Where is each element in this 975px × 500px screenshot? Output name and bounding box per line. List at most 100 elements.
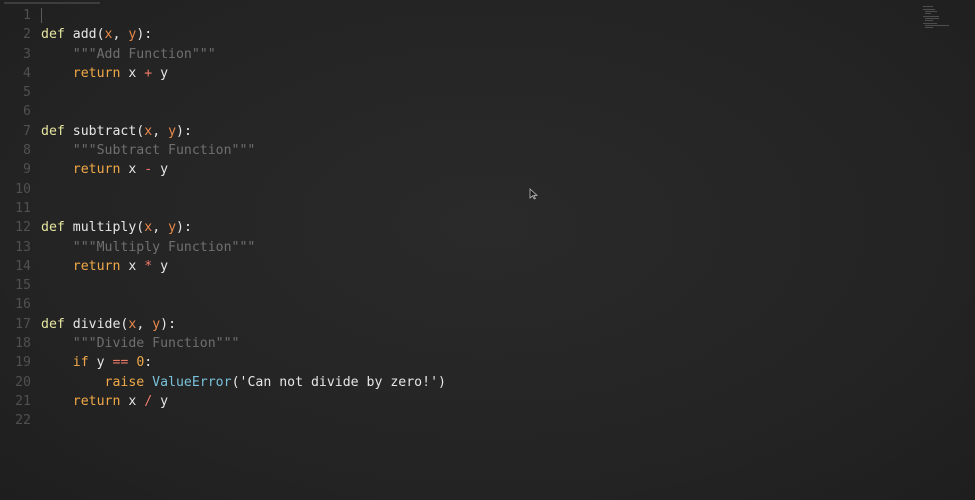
code-token: subtract [72, 123, 137, 139]
code-line[interactable]: 4 return x + y [0, 64, 900, 83]
code-token: ( [96, 27, 105, 43]
line-number: 10 [15, 181, 31, 197]
code-line[interactable]: 3 """Add Function""" [0, 45, 900, 64]
code-line[interactable]: 21 return x / y [0, 392, 900, 411]
code-token: + [144, 65, 153, 81]
code-token: : [144, 355, 153, 371]
line-content: """Add Function""" [41, 45, 216, 64]
code-token: x [128, 393, 145, 409]
code-token: * [144, 258, 153, 274]
code-token: multiply [72, 220, 137, 236]
code-token: y [168, 220, 177, 236]
code-line[interactable]: 13 """Multiply Function""" [0, 238, 900, 257]
code-token: , [136, 316, 153, 332]
code-token: y [152, 162, 169, 178]
line-content: if y == 0: [41, 353, 152, 372]
line-number: 2 [23, 27, 31, 43]
code-line[interactable]: 19 if y == 0: [0, 353, 900, 372]
line-number: 1 [23, 8, 31, 23]
mouse-pointer-icon [529, 188, 539, 200]
code-token: 'Can not divide by zero!' [239, 374, 439, 390]
code-token: y [168, 123, 177, 139]
code-token: raise [41, 374, 153, 390]
line-number: 6 [23, 104, 31, 120]
code-token: def [41, 123, 73, 139]
code-token: return [41, 393, 129, 409]
code-token: add [72, 27, 97, 43]
line-number: 20 [15, 374, 31, 390]
code-line[interactable]: 2 def add(x, y): [0, 25, 900, 44]
code-line[interactable]: 10 [0, 180, 900, 199]
code-token: y [152, 258, 169, 274]
code-token: - [144, 162, 153, 178]
line-number: 15 [15, 278, 31, 294]
line-number: 19 [15, 355, 31, 371]
code-token: x [128, 258, 145, 274]
line-number: 12 [15, 220, 31, 236]
line-number: 13 [15, 239, 31, 255]
code-token: """Add Function""" [41, 46, 216, 62]
line-number: 9 [23, 162, 31, 178]
code-token: x [144, 220, 153, 236]
code-token: , [112, 27, 129, 43]
code-area[interactable]: 1 2 def add(x, y): 3 """Add Function""" 4 re… [0, 6, 900, 431]
line-content: return x + y [41, 64, 168, 83]
code-line[interactable]: 9 return x - y [0, 160, 900, 179]
code-token: return [41, 258, 129, 274]
code-token: y [152, 393, 169, 409]
line-number: 3 [23, 46, 31, 62]
line-number: 5 [23, 85, 31, 101]
line-number: 18 [15, 336, 31, 352]
code-token: divide [72, 316, 121, 332]
tab-indicator [4, 2, 100, 4]
line-content: """Multiply Function""" [41, 238, 256, 257]
code-token: ): [176, 123, 192, 139]
code-token: x [128, 162, 145, 178]
code-editor[interactable]: 1 2 def add(x, y): 3 """Add Function""" 4 re… [0, 0, 975, 500]
code-line[interactable]: 15 [0, 276, 900, 295]
code-token: ( [231, 374, 240, 390]
line-content: """Subtract Function""" [41, 141, 256, 160]
line-number: 17 [15, 316, 31, 332]
line-number: 14 [15, 258, 31, 274]
code-token: y [96, 355, 113, 371]
line-content: return x / y [41, 392, 168, 411]
code-token: x [144, 123, 153, 139]
code-token: ): [136, 27, 153, 43]
code-line[interactable]: 11 [0, 199, 900, 218]
minimap-icon[interactable] [921, 5, 949, 29]
code-line[interactable]: 20 raise ValueError('Can not divide by z… [0, 373, 900, 392]
code-line[interactable]: 8 """Subtract Function""" [0, 141, 900, 160]
line-number: 11 [15, 200, 31, 216]
code-line[interactable]: 6 [0, 102, 900, 121]
line-content: return x - y [41, 160, 168, 179]
line-content: def multiply(x, y): [41, 218, 192, 237]
code-token: == [112, 355, 129, 371]
code-token: def [41, 316, 73, 332]
code-line[interactable]: 1 [0, 6, 900, 25]
code-token: ): [176, 220, 192, 236]
line-number: 21 [15, 393, 31, 409]
code-line[interactable]: 16 [0, 295, 900, 314]
code-line[interactable]: 7 def subtract(x, y): [0, 122, 900, 141]
code-token: def [41, 27, 73, 43]
line-number: 22 [15, 413, 31, 429]
code-line[interactable]: 17 def divide(x, y): [0, 315, 900, 334]
code-line[interactable]: 14 return x * y [0, 257, 900, 276]
code-line[interactable]: 22 [0, 411, 900, 430]
line-number: 8 [23, 143, 31, 159]
code-token: ) [438, 374, 446, 390]
code-line[interactable]: 5 [0, 83, 900, 102]
line-number: 4 [23, 65, 31, 81]
code-token: def [41, 220, 73, 236]
code-line[interactable]: 12 def multiply(x, y): [0, 218, 900, 237]
line-content: raise ValueError('Can not divide by zero… [41, 373, 446, 392]
code-token: , [152, 220, 169, 236]
code-token: return [41, 65, 129, 81]
code-token: x [104, 27, 113, 43]
code-line[interactable]: 18 """Divide Function""" [0, 334, 900, 353]
code-token: """Divide Function""" [41, 336, 240, 352]
code-token: / [144, 393, 153, 409]
code-token: y [152, 65, 169, 81]
line-number: 7 [23, 123, 31, 139]
